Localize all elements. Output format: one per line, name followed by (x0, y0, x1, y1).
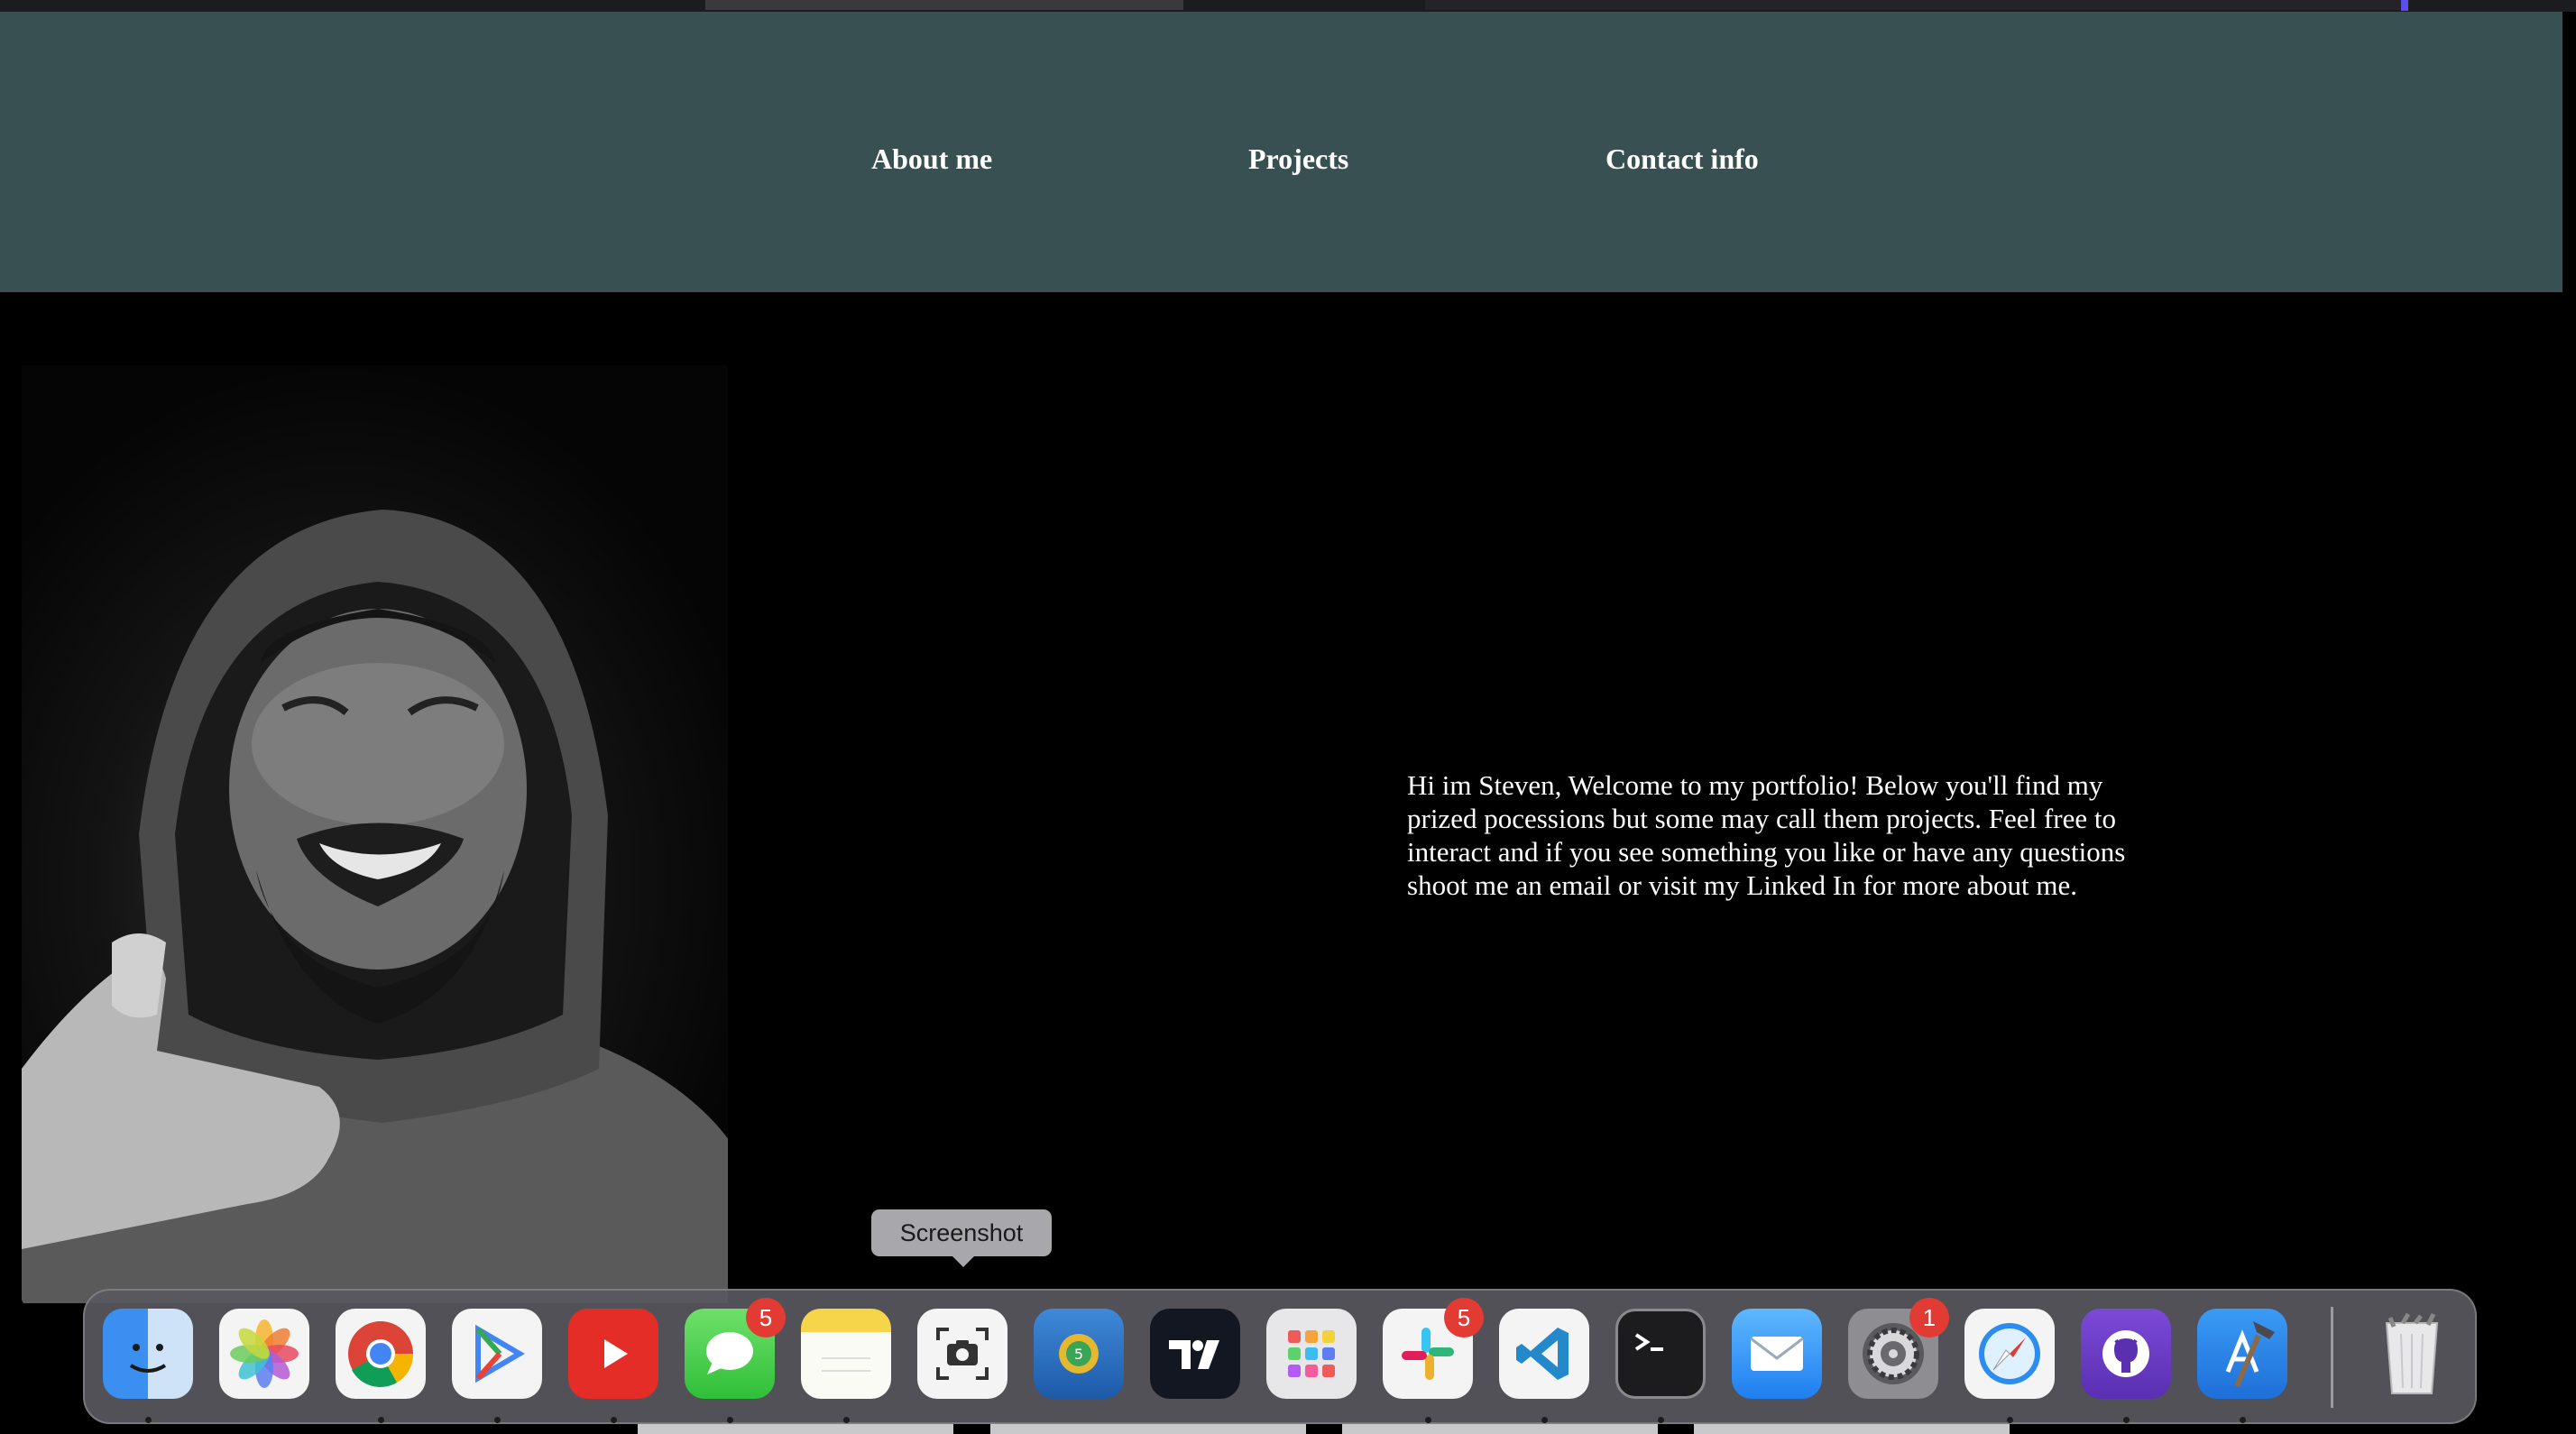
intro-text: Hi im Steven, Welcome to my portfolio! B… (1407, 769, 2126, 901)
metatrader-icon[interactable]: 5 (1034, 1309, 1124, 1399)
photos-icon[interactable] (219, 1309, 309, 1399)
nav-link-about[interactable]: About me (871, 142, 992, 176)
github-icon[interactable] (2081, 1309, 2171, 1399)
nav-link-contact[interactable]: Contact info (1605, 142, 1759, 176)
running-indicator (727, 1417, 733, 1423)
safari-icon[interactable] (1964, 1309, 2055, 1399)
finder-icon[interactable] (103, 1309, 193, 1399)
trash-icon[interactable] (2367, 1309, 2457, 1399)
chrome-icon[interactable] (336, 1309, 426, 1399)
tradingview-icon[interactable] (1150, 1309, 1240, 1399)
running-indicator (1541, 1417, 1548, 1423)
dock: 5 5 5 1 (83, 1289, 2477, 1424)
slack-icon[interactable]: 5 (1383, 1298, 1484, 1399)
running-indicator (145, 1417, 152, 1423)
navbar: About me Projects Contact info (0, 12, 2562, 292)
dock-base-segment (638, 1423, 953, 1434)
slack-badge: 5 (1444, 1298, 1484, 1337)
running-indicator (2123, 1417, 2130, 1423)
dock-base-segment (1694, 1423, 2010, 1434)
running-indicator (1425, 1417, 1431, 1423)
running-indicator (378, 1417, 384, 1423)
top-window-strip (0, 0, 2576, 12)
xcode-icon[interactable] (2197, 1309, 2287, 1399)
dock-base-segment (1342, 1423, 1658, 1434)
top-strip-segment (705, 0, 1183, 10)
mail-icon[interactable] (1732, 1309, 1822, 1399)
profile-photo-illustration (22, 510, 728, 1303)
running-indicator (2007, 1417, 2013, 1423)
play-icon[interactable] (452, 1309, 542, 1399)
vscode-icon[interactable] (1499, 1309, 1589, 1399)
launchpad-icon[interactable] (1266, 1309, 1357, 1399)
running-indicator (611, 1417, 617, 1423)
running-indicator (1658, 1417, 1664, 1423)
top-strip-segment (1425, 0, 2408, 10)
dock-base-segment (990, 1423, 1306, 1434)
profile-photo (22, 365, 728, 1303)
dock-divider (2331, 1307, 2333, 1408)
screenshot-tooltip: Screenshot (871, 1209, 1052, 1267)
running-indicator (843, 1417, 850, 1423)
settings-icon[interactable]: 1 (1848, 1298, 1949, 1399)
nav-link-projects[interactable]: Projects (1248, 142, 1348, 176)
messages-badge: 5 (746, 1298, 786, 1337)
svg-text:5: 5 (1074, 1346, 1083, 1363)
notes-icon[interactable] (801, 1309, 891, 1399)
messages-icon[interactable]: 5 (685, 1298, 786, 1399)
screenshot-icon[interactable] (917, 1309, 1007, 1399)
running-indicator (494, 1417, 501, 1423)
running-indicator (2240, 1417, 2246, 1423)
top-strip-marker (2401, 0, 2408, 11)
terminal-icon[interactable] (1615, 1309, 1706, 1399)
youtube-icon[interactable] (568, 1309, 658, 1399)
settings-badge: 1 (1909, 1298, 1949, 1337)
